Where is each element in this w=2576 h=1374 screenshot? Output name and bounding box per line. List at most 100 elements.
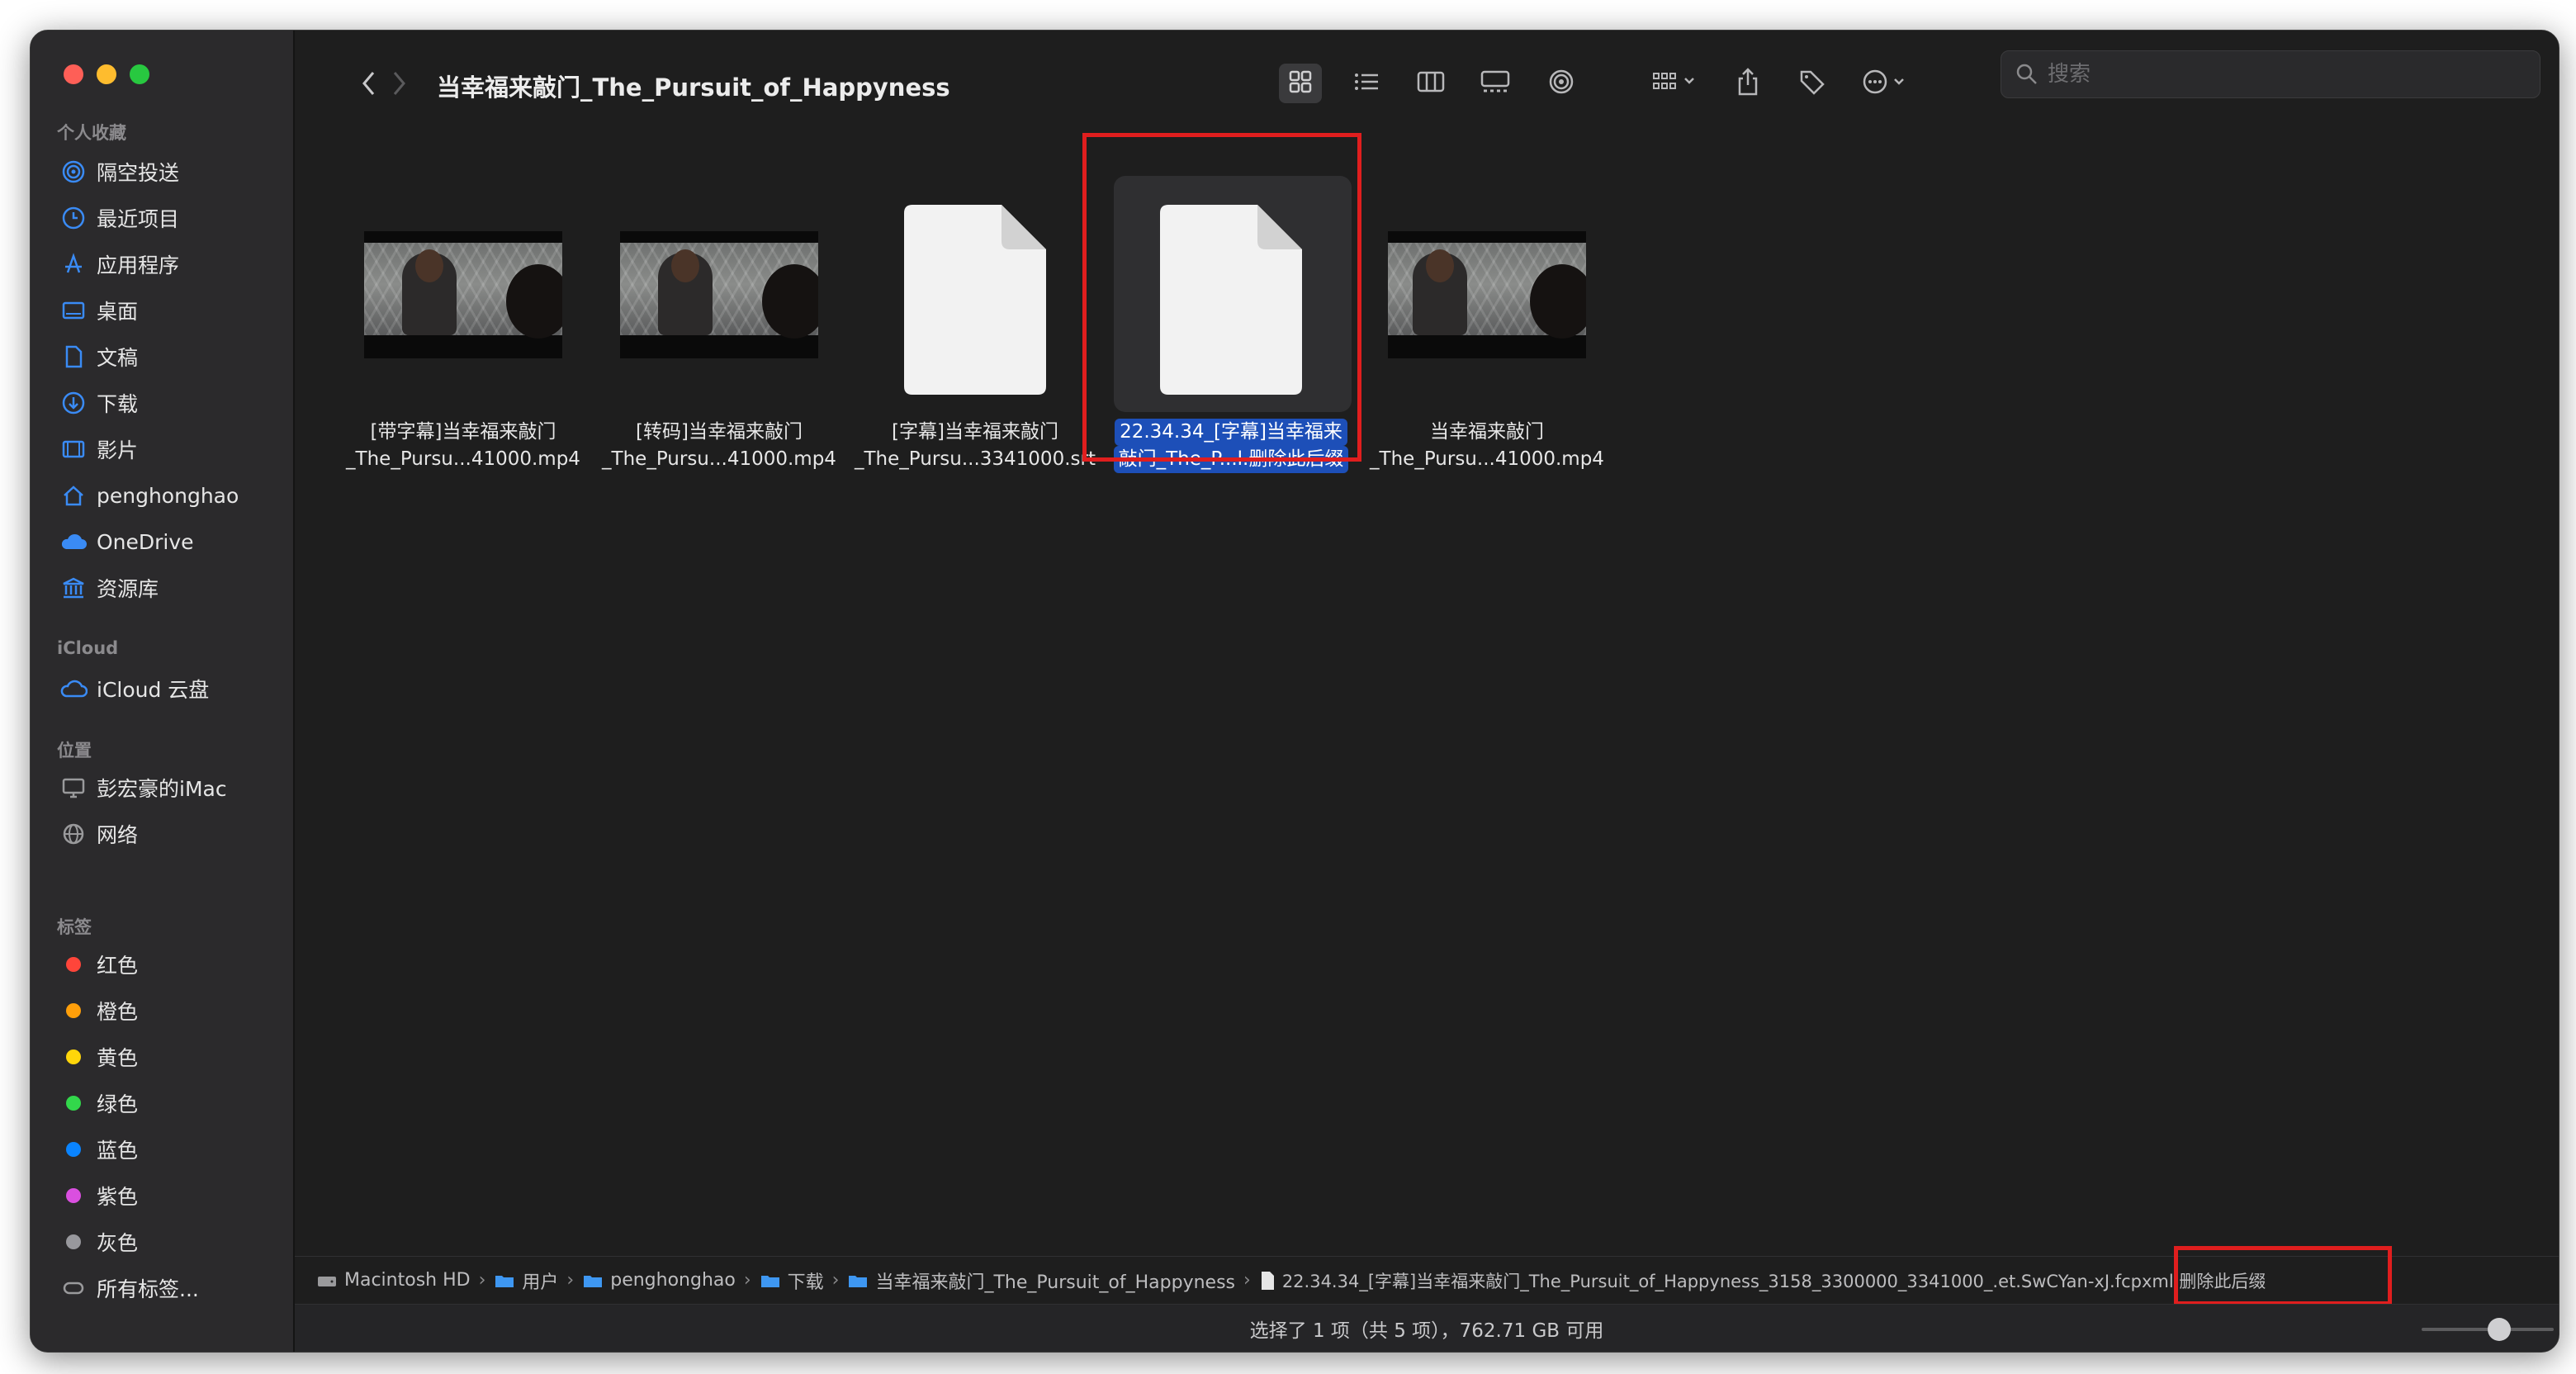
grid-icon [1288, 69, 1313, 97]
folder-icon [847, 1272, 869, 1290]
status-text: 选择了 1 项（共 5 项），762.71 GB 可用 [1249, 1320, 1604, 1342]
path-item[interactable]: 用户 [494, 1267, 558, 1294]
back-button[interactable] [353, 67, 386, 100]
document-file-icon [904, 205, 1046, 395]
tag-button[interactable] [1792, 64, 1832, 103]
tag-blue[interactable]: 蓝色 [57, 1129, 280, 1170]
icon-size-slider-knob[interactable] [2488, 1318, 2511, 1341]
sidebar-item-label: 绿色 [97, 1092, 139, 1116]
sidebar-item-label: 隔空投送 [97, 161, 180, 185]
gallery-icon [1480, 69, 1511, 97]
sidebar-item-label: penghonghao [97, 483, 239, 508]
gray-tag-icon [66, 1234, 81, 1249]
network-icon [57, 817, 90, 850]
folder-icon [494, 1272, 515, 1290]
path-item[interactable]: 下载 [760, 1267, 824, 1294]
tag-yellow[interactable]: 黄色 [57, 1036, 280, 1078]
path-item[interactable]: 当幸福来敲门_The_Pursuit_of_Happyness [847, 1267, 1235, 1294]
minimize-window-button[interactable] [97, 64, 116, 84]
chevron-right-icon: › [566, 1270, 575, 1291]
file-name: [字幕]当幸福来敲门 _The_Pursu...3341000.srt [855, 421, 1096, 470]
main-pane: 当幸福来敲门_The_Pursuit_of_Happyness 搜索 [带字幕]… [295, 31, 2559, 1352]
airdrop-button[interactable] [1540, 64, 1583, 103]
tag-all[interactable]: 所有标签... [57, 1267, 280, 1309]
sidebar-item-applications[interactable]: 应用程序 [57, 244, 280, 285]
group-grid-icon [1652, 69, 1702, 97]
sidebar-item-label: 黄色 [97, 1046, 139, 1070]
file-name: [带字幕]当幸福来敲门 _The_Pursu...41000.mp4 [346, 421, 580, 470]
close-window-button[interactable] [64, 64, 83, 84]
library-icon [57, 571, 90, 604]
sidebar-item-recents[interactable]: 最近项目 [57, 197, 280, 239]
file-name: 当幸福来敲门 _The_Pursu...41000.mp4 [1370, 421, 1604, 470]
search-field[interactable] [2001, 50, 2540, 98]
sidebar-item-downloads[interactable]: 下载 [57, 382, 280, 424]
sidebar-section-tags: 标签 [57, 917, 92, 937]
sidebar-item-onedrive[interactable]: OneDrive [57, 521, 280, 562]
tag-icon [1798, 68, 1826, 99]
sidebar-item-label: 资源库 [97, 577, 159, 601]
desktop-icon [57, 294, 90, 327]
share-icon [1735, 67, 1760, 100]
annotation-arrow-icon [2539, 1106, 2559, 1254]
sidebar-item-label: 彭宏豪的iMac [97, 777, 227, 801]
status-bar: 选择了 1 项（共 5 项），762.71 GB 可用 [295, 1304, 2559, 1352]
columns-icon [1417, 69, 1445, 97]
sidebar-item-documents[interactable]: 文稿 [57, 336, 280, 377]
path-item-current-file[interactable]: 22.34.34_[字幕]当幸福来敲门_The_Pursuit_of_Happy… [1259, 1268, 2266, 1293]
sidebar-item-home[interactable]: penghonghao [57, 475, 280, 516]
sidebar-item-network[interactable]: 网络 [57, 813, 280, 855]
path-item[interactable]: Macintosh HD [316, 1270, 471, 1291]
file-name: [转码]当幸福来敲门 _The_Pursu...41000.mp4 [602, 421, 836, 470]
sidebar-item-label: 紫色 [97, 1185, 139, 1209]
sidebar-item-icloud-drive[interactable]: iCloud 云盘 [57, 668, 280, 709]
sidebar-item-imac[interactable]: 彭宏豪的iMac [57, 767, 280, 808]
tag-red[interactable]: 红色 [57, 944, 280, 985]
list-view-button[interactable] [1345, 64, 1388, 103]
column-view-button[interactable] [1409, 64, 1452, 103]
sidebar-section-icloud: iCloud [57, 638, 119, 658]
ellipsis-circle-icon [1862, 69, 1911, 98]
window-title: 当幸福来敲门_The_Pursuit_of_Happyness [437, 73, 950, 102]
download-icon [57, 386, 90, 419]
icon-view-button[interactable] [1279, 64, 1322, 103]
folder-icon [760, 1272, 781, 1290]
sidebar-item-label: 桌面 [97, 300, 139, 324]
sidebar-item-label: 网络 [97, 823, 139, 847]
purple-tag-icon [66, 1188, 81, 1203]
tag-purple[interactable]: 紫色 [57, 1175, 280, 1216]
sidebar-item-library[interactable]: 资源库 [57, 567, 280, 609]
film-icon [57, 433, 90, 466]
file-icon [1259, 1271, 1276, 1291]
group-by-button[interactable] [1646, 64, 1708, 103]
share-button[interactable] [1728, 64, 1768, 103]
more-actions-button[interactable] [1855, 64, 1918, 103]
search-input[interactable] [2046, 61, 2512, 88]
tag-green[interactable]: 绿色 [57, 1083, 280, 1124]
blue-tag-icon [66, 1142, 81, 1157]
sidebar-item-label: 所有标签... [97, 1277, 199, 1301]
sidebar-section-locations: 位置 [57, 741, 92, 760]
clock-icon [57, 201, 90, 235]
all-tags-icon [57, 1272, 90, 1305]
orange-tag-icon [66, 1003, 81, 1018]
disk-icon [316, 1272, 338, 1290]
search-icon [2015, 62, 2039, 87]
zoom-window-button[interactable] [130, 64, 149, 84]
sidebar-item-movies[interactable]: 影片 [57, 429, 280, 470]
toolbar: 当幸福来敲门_The_Pursuit_of_Happyness [295, 31, 2559, 130]
sidebar-section-favorites: 个人收藏 [57, 123, 126, 143]
video-thumbnail [620, 231, 818, 358]
sidebar-item-label: 最近项目 [97, 207, 180, 231]
finder-window: 个人收藏 隔空投送 最近项目 应用程序 桌面 文稿 下载 影片 penghong… [30, 30, 2559, 1353]
sidebar-item-airdrop[interactable]: 隔空投送 [57, 151, 280, 192]
tag-orange[interactable]: 橙色 [57, 990, 280, 1031]
sidebar-item-label: 红色 [97, 954, 139, 978]
sidebar-item-label: 灰色 [97, 1231, 139, 1255]
sidebar-item-label: OneDrive [97, 529, 194, 554]
tag-gray[interactable]: 灰色 [57, 1221, 280, 1263]
gallery-view-button[interactable] [1472, 64, 1518, 103]
sidebar-item-desktop[interactable]: 桌面 [57, 290, 280, 331]
path-item[interactable]: penghonghao [582, 1270, 736, 1291]
forward-button[interactable] [382, 67, 415, 100]
